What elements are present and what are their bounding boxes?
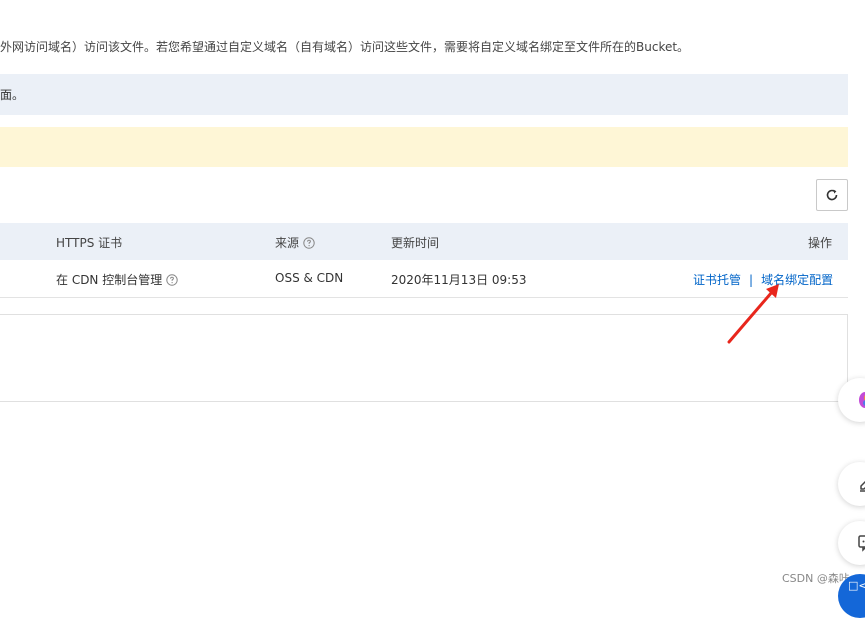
table-header: HTTPS 证书 来源 更新时间 操作 <box>0 223 848 260</box>
column-header-source-label: 来源 <box>275 236 300 250</box>
intro-text: 外网访问域名）访问该文件。若您希望通过自定义域名（自有域名）访问这些文件，需要将… <box>0 40 690 54</box>
annotation-arrow-icon <box>727 284 779 344</box>
column-header-updated-label: 更新时间 <box>391 236 440 250</box>
column-header-updated: 更新时间 <box>391 234 439 251</box>
cell-updated: 2020年11月13日 09:53 <box>391 271 526 288</box>
cell-source-text: OSS & CDN <box>275 271 344 285</box>
column-header-actions-label: 操作 <box>808 236 833 250</box>
support-chat-bubble-text: □< <box>848 579 865 592</box>
feedback-float-button[interactable] <box>838 521 865 565</box>
edit-icon <box>860 480 865 492</box>
help-icon[interactable] <box>166 273 178 286</box>
column-header-source: 来源 <box>275 234 315 251</box>
column-header-actions: 操作 <box>808 234 832 251</box>
chat-icon <box>858 535 865 552</box>
empty-panel <box>0 314 848 402</box>
cell-source: OSS & CDN <box>275 271 343 285</box>
info-notice-bar: 面。 <box>0 74 848 115</box>
cell-https-cert-text: 在 CDN 控制台管理 <box>56 273 163 287</box>
column-header-https-cert: HTTPS 证书 <box>56 234 122 251</box>
csdn-watermark: CSDN @森咔 <box>782 572 850 585</box>
cell-https-cert: 在 CDN 控制台管理 <box>56 271 178 288</box>
info-notice-text: 面。 <box>0 88 25 102</box>
cell-updated-text: 2020年11月13日 09:53 <box>391 273 527 287</box>
table-row: 在 CDN 控制台管理 OSS & CDN 2020年11月13日 09:53 … <box>0 260 848 298</box>
refresh-icon <box>826 189 838 201</box>
edit-float-button[interactable] <box>838 462 865 506</box>
help-icon[interactable] <box>303 236 315 249</box>
refresh-button[interactable] <box>816 179 848 211</box>
warning-notice-bar <box>0 127 848 167</box>
assistant-logo-icon <box>859 392 865 408</box>
column-header-https-cert-label: HTTPS 证书 <box>56 236 123 250</box>
